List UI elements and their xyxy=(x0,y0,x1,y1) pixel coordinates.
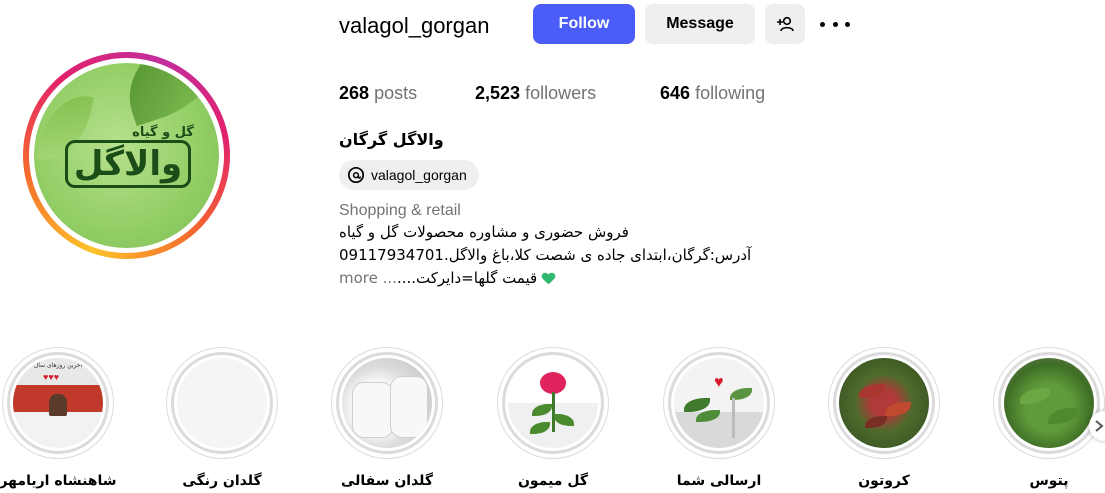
highlight-cover xyxy=(177,358,267,448)
flower-graphic xyxy=(540,372,566,394)
leaf-graphic xyxy=(532,404,552,416)
highlight-label: گلدان رنگی xyxy=(182,473,262,489)
profile-bio: فروش حضوری و مشاوره محصولات گل و گیاه آد… xyxy=(339,221,799,290)
person-add-icon xyxy=(777,16,794,32)
highlight-cover: آخرین روزهای سال ♥♥♥ xyxy=(13,358,103,448)
story-highlight[interactable]: گلدان سفالی xyxy=(331,347,443,489)
posts-label: posts xyxy=(374,83,418,103)
leaf-graphic xyxy=(885,402,911,416)
story-highlight[interactable]: گلدان رنگی xyxy=(166,347,278,489)
highlight-label: شاهنشاه اریامهر xyxy=(0,473,117,489)
person-figure xyxy=(49,394,67,416)
profile-full-name: والاگل گرگان xyxy=(339,130,444,149)
highlight-cover-text: آخرین روزهای سال xyxy=(33,362,83,369)
leaf-graphic xyxy=(530,422,550,434)
following-stat[interactable]: 646 following xyxy=(660,83,765,104)
highlight-cover xyxy=(342,358,432,448)
followers-count: 2,523 xyxy=(475,83,521,103)
leaf-graphic xyxy=(865,416,887,428)
highlight-label: کروتون xyxy=(858,473,910,489)
leaf-graphic xyxy=(859,384,885,398)
highlight-label: پتوس xyxy=(1029,473,1069,489)
highlight-cover xyxy=(839,358,929,448)
highlight-label: ارسالی شما xyxy=(676,473,762,489)
leaf-graphic xyxy=(1020,388,1050,404)
message-button[interactable]: Message xyxy=(645,4,755,44)
suggested-accounts-button[interactable] xyxy=(765,4,805,44)
red-heart-icon: ♥ xyxy=(714,374,724,391)
avatar-border: گل و گیاه والاگل xyxy=(29,58,224,253)
highlight-cover xyxy=(1004,358,1094,448)
story-highlight[interactable]: ♥ ارسالی شما xyxy=(663,347,775,489)
chevron-right-icon xyxy=(1095,420,1104,432)
story-highlight[interactable]: پتوس xyxy=(993,347,1105,489)
bio-more-link[interactable]: ... more xyxy=(339,269,397,287)
pot-graphic xyxy=(390,376,428,438)
threads-handle: valagol_gorgan xyxy=(371,167,467,183)
followers-label: followers xyxy=(525,83,597,103)
highlight-cover xyxy=(508,358,598,448)
stand-graphic xyxy=(732,398,735,438)
pot-graphic xyxy=(352,382,394,438)
story-highlight[interactable]: گل میمون xyxy=(497,347,609,489)
stem-graphic xyxy=(552,392,555,432)
highlight-label: گل میمون xyxy=(517,473,588,489)
followers-stat[interactable]: 2,523 followers xyxy=(475,83,596,104)
story-highlight[interactable]: کروتون xyxy=(828,347,940,489)
highlight-cover: ♥ xyxy=(674,358,764,448)
avatar-image: گل و گیاه والاگل xyxy=(34,63,219,248)
green-heart-icon xyxy=(542,273,555,285)
logo-subtitle: گل و گیاه xyxy=(132,125,194,140)
profile-category: Shopping & retail xyxy=(339,202,461,219)
leaf-graphic xyxy=(696,410,720,422)
bio-line: آدرس:گرگان،ابتدای جاده ی شصت کلا،باغ وال… xyxy=(339,246,752,264)
posts-stat: 268 posts xyxy=(339,83,417,104)
bio-line-last: قیمت گلها=دایرکت....... more xyxy=(339,267,799,290)
leaf-graphic xyxy=(554,414,574,426)
brand-logo: گل و گیاه والاگل xyxy=(48,125,208,188)
bio-line-text: قیمت گلها=دایرکت.... xyxy=(396,269,538,287)
hearts-icon: ♥♥♥ xyxy=(43,372,60,382)
following-label: following xyxy=(695,83,766,103)
threads-icon xyxy=(347,166,365,184)
posts-count: 268 xyxy=(339,83,370,103)
leaf-graphic xyxy=(684,398,710,412)
leaf-graphic xyxy=(178,200,219,248)
bio-line: فروش حضوری و مشاوره محصولات گل و گیاه xyxy=(339,223,629,241)
leaf-graphic xyxy=(112,63,219,127)
leaf-graphic xyxy=(1048,408,1078,424)
highlight-label: گلدان سفالی xyxy=(340,473,434,489)
logo-title: والاگل xyxy=(64,140,192,188)
threads-link[interactable]: valagol_gorgan xyxy=(339,160,479,190)
follow-button[interactable]: Follow xyxy=(533,4,635,44)
profile-avatar[interactable]: گل و گیاه والاگل xyxy=(23,52,230,259)
profile-username: valagol_gorgan xyxy=(339,13,490,38)
following-count: 646 xyxy=(660,83,691,103)
story-highlight[interactable]: آخرین روزهای سال ♥♥♥ شاهنشاه اریامهر xyxy=(0,347,117,489)
more-options-icon[interactable] xyxy=(820,14,850,34)
